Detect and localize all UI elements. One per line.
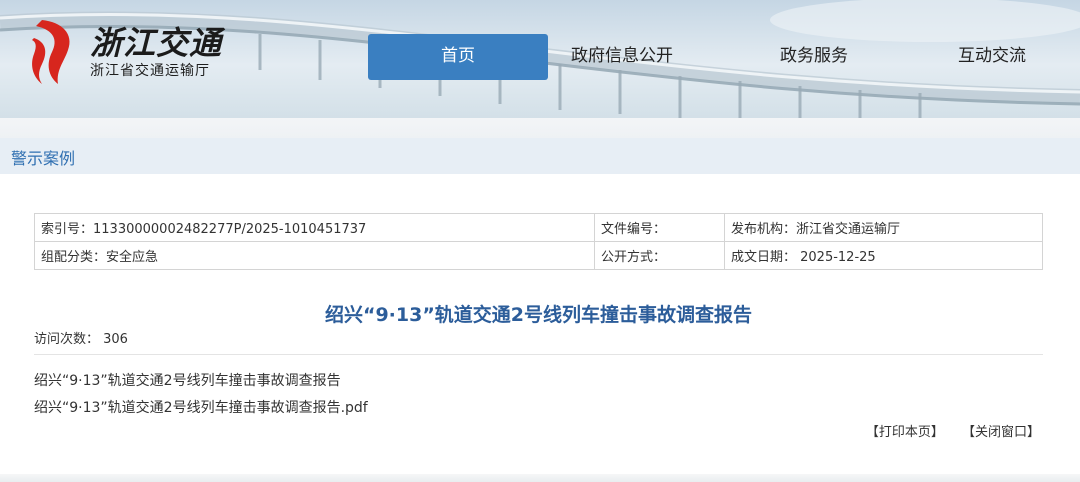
- meta-category: 组配分类：安全应急: [34, 241, 595, 270]
- article-title: 绍兴“9·13”轨道交通2号线列车撞击事故调查报告: [324, 304, 753, 326]
- section-bar: 警示案例: [0, 138, 1080, 174]
- meta-date: 成文日期： 2025-12-25: [724, 241, 1043, 270]
- table-row: 组配分类：安全应急 公开方式： 成文日期： 2025-12-25: [34, 241, 1043, 270]
- nav-gov-services[interactable]: 政务服务: [768, 34, 860, 80]
- nav-home[interactable]: 首页: [368, 34, 548, 80]
- visit-count: 访问次数： 306: [34, 332, 128, 347]
- meta-file-no: 文件编号：: [594, 213, 725, 242]
- footer-strip: [0, 474, 1080, 482]
- nav-interaction[interactable]: 互动交流: [946, 34, 1038, 80]
- nav-gov-info[interactable]: 政府信息公开: [554, 34, 690, 80]
- logo-title: 浙江交通: [90, 24, 223, 62]
- meta-index-no: 索引号：11330000002482277P/2025-1010451737: [34, 213, 595, 242]
- logo-subtitle: 浙江省交通运输厅: [90, 63, 210, 79]
- meta-publisher: 发布机构：浙江省交通运输厅: [724, 213, 1043, 242]
- page-actions: 【打印本页】 【关闭窗口】: [852, 421, 1040, 440]
- logo-mark-icon: [32, 20, 70, 84]
- decorative-strip: [0, 118, 1080, 138]
- attachment-link[interactable]: 绍兴“9·13”轨道交通2号线列车撞击事故调查报告.pdf: [34, 397, 368, 417]
- print-page-link[interactable]: 【打印本页】: [866, 425, 944, 440]
- article-body-line: 绍兴“9·13”轨道交通2号线列车撞击事故调查报告: [34, 373, 341, 389]
- close-window-link[interactable]: 【关闭窗口】: [962, 425, 1040, 440]
- divider: [34, 354, 1043, 355]
- site-logo[interactable]: 浙江交通 浙江省交通运输厅: [28, 14, 238, 94]
- table-row: 索引号：11330000002482277P/2025-1010451737 文…: [34, 213, 1043, 242]
- document-meta-table: 索引号：11330000002482277P/2025-1010451737 文…: [34, 213, 1043, 270]
- section-title[interactable]: 警示案例: [11, 145, 75, 169]
- meta-disclosure: 公开方式：: [594, 241, 725, 270]
- site-header: 浙江交通 浙江省交通运输厅 首页 政府信息公开 政务服务 互动交流: [0, 0, 1080, 118]
